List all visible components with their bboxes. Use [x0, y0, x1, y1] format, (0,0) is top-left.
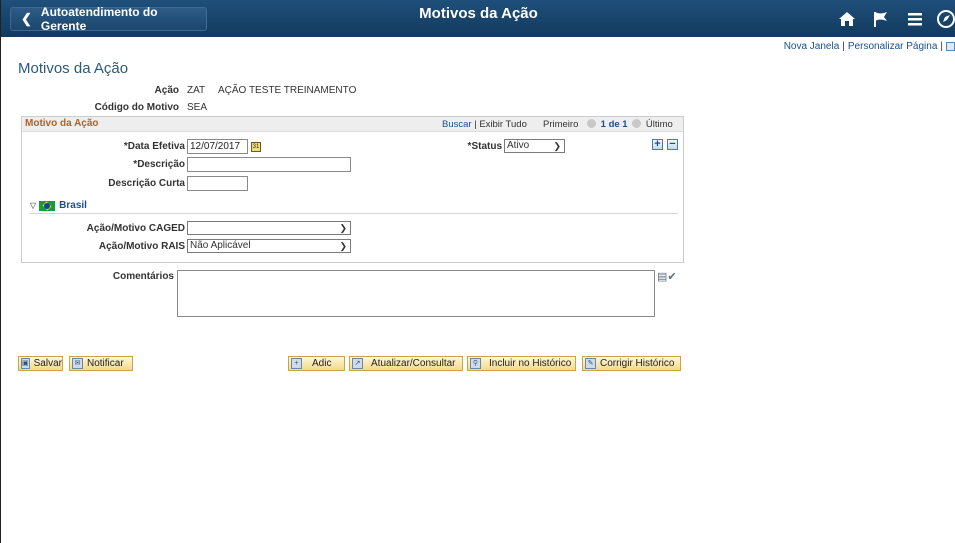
update-display-icon: ↗ [352, 358, 363, 369]
home-icon[interactable] [835, 7, 859, 31]
calendar-icon[interactable]: 31 [251, 142, 261, 152]
motivo-code-label: Código do Motivo [94, 102, 179, 113]
mail-icon: ✉ [72, 358, 83, 369]
data-efetiva-input[interactable] [187, 139, 248, 154]
descricao-curta-input[interactable] [187, 176, 248, 191]
add-row-icon[interactable]: + [652, 139, 663, 150]
nav-separator: | [474, 119, 477, 130]
status-label: *Status [467, 141, 502, 152]
flag-icon[interactable] [869, 7, 893, 31]
update-display-button[interactable]: ↗ Atualizar/Consultar [349, 356, 463, 371]
buscar-link[interactable]: Buscar [442, 119, 472, 130]
correct-history-button[interactable]: ✎ Corrigir Histórico [582, 356, 681, 371]
exibir-tudo-link[interactable]: Exibir Tudo [479, 119, 527, 130]
add-label: Adic [312, 358, 332, 369]
include-history-button[interactable]: ⚲ Incluir no Histórico [467, 356, 576, 371]
section-divider [30, 213, 678, 214]
save-label: Salvar [33, 358, 62, 369]
comentarios-label: Comentários [112, 271, 174, 282]
brasil-section-toggle[interactable]: ▽ Brasil [30, 200, 87, 211]
chevron-left-icon: ❮ [21, 11, 32, 26]
last-label: Último [645, 119, 673, 130]
link-separator: | [940, 41, 943, 52]
notify-button[interactable]: ✉ Notificar [69, 356, 133, 371]
rais-value: Não Aplicável [190, 240, 251, 251]
notify-label: Notificar [87, 358, 124, 369]
group-header: Motivo da Ação Buscar | Exibir Tudo Prim… [22, 117, 683, 132]
descricao-label: *Descrição [133, 159, 185, 170]
motivo-code: SEA [187, 102, 208, 113]
first-label: Primeiro [543, 119, 579, 130]
include-history-label: Incluir no Histórico [489, 358, 572, 369]
caged-select[interactable]: ❯ [187, 221, 351, 235]
link-separator: | [842, 41, 845, 52]
rais-select[interactable]: Não Aplicável ❯ [187, 239, 351, 253]
group-nav-links: Buscar | Exibir Tudo [442, 119, 527, 130]
chevron-down-icon: ❯ [553, 141, 561, 151]
caged-label: Ação/Motivo CAGED [86, 223, 185, 234]
descricao-curta-label: Descrição Curta [108, 178, 185, 189]
status-select[interactable]: Ativo ❯ [504, 139, 565, 153]
save-button[interactable]: ▣ Salvar [18, 356, 63, 371]
row-navigation: Primeiro 1 de 1 Último [543, 119, 673, 130]
previous-row-icon[interactable] [587, 119, 597, 128]
rais-label: Ação/Motivo RAIS [98, 241, 185, 252]
back-button[interactable]: ❮ Autoatendimento do Gerente [10, 5, 207, 33]
motivo-group: Motivo da Ação Buscar | Exibir Tudo Prim… [21, 116, 684, 263]
chevron-down-icon: ❯ [339, 241, 347, 251]
next-row-icon[interactable] [632, 119, 642, 128]
menu-icon[interactable] [903, 7, 927, 31]
page-grid-icon[interactable] [946, 41, 955, 51]
add-icon: + [291, 358, 302, 369]
status-value: Ativo [507, 140, 530, 151]
acao-description: AÇÃO TESTE TREINAMENTO [218, 85, 357, 96]
include-history-icon: ⚲ [470, 358, 481, 369]
data-efetiva-label: *Data Efetiva [123, 141, 185, 152]
delete-row-icon[interactable]: − [667, 139, 678, 150]
brazil-flag-icon [39, 200, 56, 211]
personalize-page-link[interactable]: Personalizar Página [848, 41, 938, 52]
back-button-label: Autoatendimento do Gerente [40, 5, 158, 33]
update-display-label: Atualizar/Consultar [371, 358, 456, 369]
correct-history-icon: ✎ [585, 358, 596, 369]
acao-code: ZAT [187, 85, 206, 96]
top-links: Nova Janela | Personalizar Página | [784, 41, 955, 52]
navbar-icon[interactable] [936, 7, 955, 31]
spellcheck-icon[interactable]: ▤✔ [657, 270, 677, 283]
save-icon: ▣ [21, 358, 30, 369]
brasil-label: Brasil [59, 200, 87, 211]
comentarios-textarea[interactable] [177, 270, 655, 317]
new-window-link[interactable]: Nova Janela [784, 41, 840, 52]
acao-label: Ação [154, 85, 179, 96]
page-title: Motivos da Ação [18, 60, 129, 77]
chevron-down-icon: ❯ [339, 223, 347, 233]
row-range: 1 de 1 [600, 119, 628, 130]
descricao-input[interactable] [187, 157, 351, 172]
group-title: Motivo da Ação [25, 118, 99, 129]
top-banner: ❮ Autoatendimento do Gerente Motivos da … [1, 0, 955, 37]
collapse-triangle-icon: ▽ [30, 201, 37, 210]
add-button[interactable]: + Adic [288, 356, 345, 371]
correct-history-label: Corrigir Histórico [600, 358, 675, 369]
